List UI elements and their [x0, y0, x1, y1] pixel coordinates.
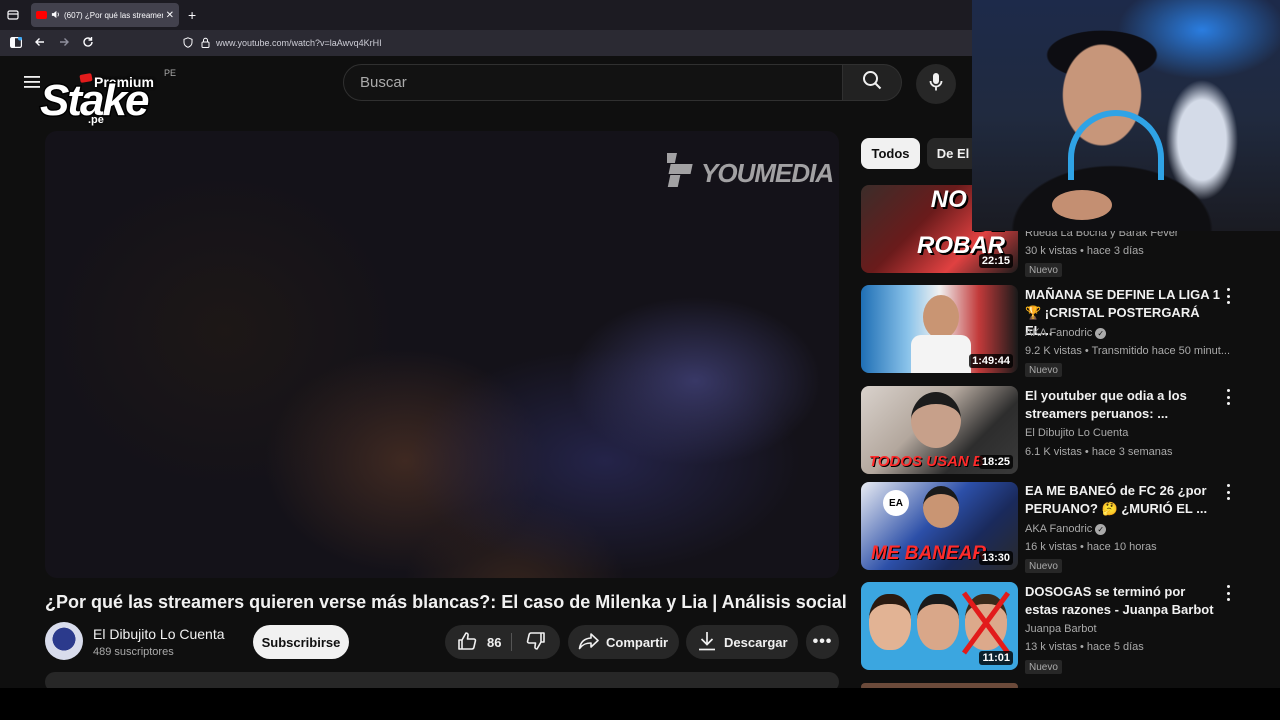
thumbnail-face — [869, 594, 911, 650]
thumbnail-face — [923, 295, 959, 339]
like-button[interactable]: 86 — [445, 625, 511, 659]
thumbnail-face — [923, 486, 959, 528]
rec-meta: 9.2 K vistas • Transmitido hace 50 minut… — [1025, 345, 1230, 357]
red-cross-mark — [961, 588, 1011, 658]
rec-channel-name: AKA Fanodric — [1025, 327, 1093, 339]
channel-avatar[interactable] — [45, 622, 83, 660]
thumbnail-shirt — [911, 335, 971, 373]
thumbnail-face — [917, 594, 959, 650]
new-badge: Nuevo — [1025, 660, 1062, 674]
reload-icon[interactable] — [82, 36, 94, 50]
dislike-icon — [526, 631, 546, 654]
forward-icon[interactable] — [58, 36, 70, 50]
new-badge: Nuevo — [1025, 559, 1062, 573]
speaker-icon[interactable] — [51, 10, 60, 21]
subscribe-button[interactable]: Subscribirse — [253, 625, 349, 659]
download-label: Descargar — [724, 634, 788, 650]
logo-domain-text: .pe — [88, 114, 104, 126]
ea-logo: EA — [883, 490, 909, 516]
kebab-icon[interactable] — [1222, 585, 1234, 601]
streamer-webcam-overlay — [972, 0, 1280, 231]
search-icon — [862, 70, 882, 95]
rec-meta: 16 k vistas • hace 10 horas — [1025, 541, 1157, 553]
voice-search-button[interactable] — [916, 64, 956, 104]
dislike-button[interactable] — [512, 625, 560, 659]
rec-thumbnail[interactable]: TODOS USAN B 18:25 — [861, 386, 1018, 474]
logo-country-text: PE — [164, 68, 177, 78]
channel-name[interactable]: El Dibujito Lo Cuenta — [93, 626, 225, 642]
duration-badge: 11:01 — [979, 651, 1013, 665]
new-badge: Nuevo — [1025, 263, 1062, 277]
chip-all[interactable]: Todos — [861, 138, 920, 169]
lock-icon[interactable] — [201, 37, 210, 50]
kebab-icon[interactable] — [1222, 389, 1234, 405]
thumbnail-caption: TODOS USAN B — [869, 453, 984, 470]
browser-tab-active[interactable]: (607) ¿Por qué las streamers quieren ✕ — [31, 3, 179, 27]
player-watermark: YOUMEDIA — [664, 153, 834, 194]
rec-meta: 6.1 K vistas • hace 3 semanas — [1025, 446, 1173, 458]
search-button[interactable] — [843, 64, 902, 101]
watermark-text: YOUMEDIA — [701, 158, 834, 188]
hand-shape — [1052, 190, 1112, 220]
like-dislike-group: 86 — [445, 625, 560, 659]
rec-meta: 30 k vistas • hace 3 días — [1025, 245, 1144, 257]
like-count: 86 — [487, 634, 502, 650]
sidebar-icon[interactable] — [10, 36, 23, 50]
rec-thumbnail[interactable]: 11:01 — [861, 582, 1018, 670]
verified-icon: ✓ — [1095, 523, 1107, 535]
more-actions-button[interactable]: ••• — [806, 625, 839, 659]
url-bar[interactable]: www.youtube.com/watch?v=laAwvq4KrHI — [175, 33, 975, 53]
more-icon: ••• — [812, 633, 833, 650]
like-icon — [457, 631, 477, 654]
shield-icon[interactable] — [183, 36, 193, 50]
search-input[interactable]: Buscar — [343, 64, 843, 101]
video-title: ¿Por qué las streamers quieren verse más… — [45, 592, 847, 612]
rec-channel[interactable]: Juanpa Barbot — [1025, 623, 1097, 635]
url-text: www.youtube.com/watch?v=laAwvq4KrHI — [216, 38, 382, 48]
youtube-favicon — [36, 11, 47, 19]
kebab-icon[interactable] — [1222, 288, 1234, 304]
mic-icon — [929, 72, 943, 97]
close-icon[interactable]: ✕ — [166, 10, 174, 21]
duration-badge: 18:25 — [978, 455, 1013, 469]
new-tab-icon[interactable]: + — [188, 8, 196, 22]
share-label: Compartir — [606, 634, 669, 650]
subscriber-count: 489 suscriptores — [93, 646, 174, 658]
search-placeholder: Buscar — [360, 74, 407, 91]
thumbnail-caption: ME BANEAR — [871, 543, 987, 564]
tab-list-icon[interactable] — [7, 9, 19, 23]
youmedia-logo-icon — [664, 153, 697, 194]
rec-channel[interactable]: AKA Fanodric ✓ — [1025, 327, 1107, 339]
back-icon[interactable] — [34, 36, 46, 50]
download-icon — [698, 631, 716, 654]
rec-thumbnail[interactable]: 1:49:44 — [861, 285, 1018, 373]
rec-thumbnail[interactable]: EA ME BANEAR 13:30 — [861, 482, 1018, 570]
kebab-icon[interactable] — [1222, 484, 1234, 500]
share-button[interactable]: Compartir — [568, 625, 679, 659]
rec-channel-name: AKA Fanodric — [1025, 523, 1093, 535]
bottom-bar — [0, 688, 1280, 720]
rec-title[interactable]: El youtuber que odia a los streamers per… — [1025, 387, 1220, 423]
rec-channel[interactable]: El Dibujito Lo Cuenta — [1025, 427, 1128, 439]
tab-title: (607) ¿Por qué las streamers quieren — [64, 10, 163, 20]
headset-icon — [1068, 110, 1164, 180]
duration-badge: 13:30 — [978, 551, 1013, 565]
rec-title[interactable]: DOSOGAS se terminó por estas razones - J… — [1025, 583, 1220, 619]
download-button[interactable]: Descargar — [686, 625, 798, 659]
new-badge: Nuevo — [1025, 363, 1062, 377]
duration-badge: 22:15 — [978, 254, 1013, 268]
share-icon — [578, 632, 600, 653]
rec-meta: 13 k vistas • hace 5 días — [1025, 641, 1144, 653]
duration-badge: 1:49:44 — [969, 354, 1013, 368]
rec-title[interactable]: EA ME BANEÓ de FC 26 ¿por PERUANO? 🤔 ¿MU… — [1025, 482, 1220, 518]
video-player[interactable]: YOUMEDIA — [45, 131, 839, 578]
verified-icon: ✓ — [1095, 327, 1107, 339]
rec-channel[interactable]: AKA Fanodric ✓ — [1025, 523, 1107, 535]
thumbnail-face — [911, 392, 961, 448]
stake-logo: Premium Stake .pe PE — [36, 66, 176, 132]
